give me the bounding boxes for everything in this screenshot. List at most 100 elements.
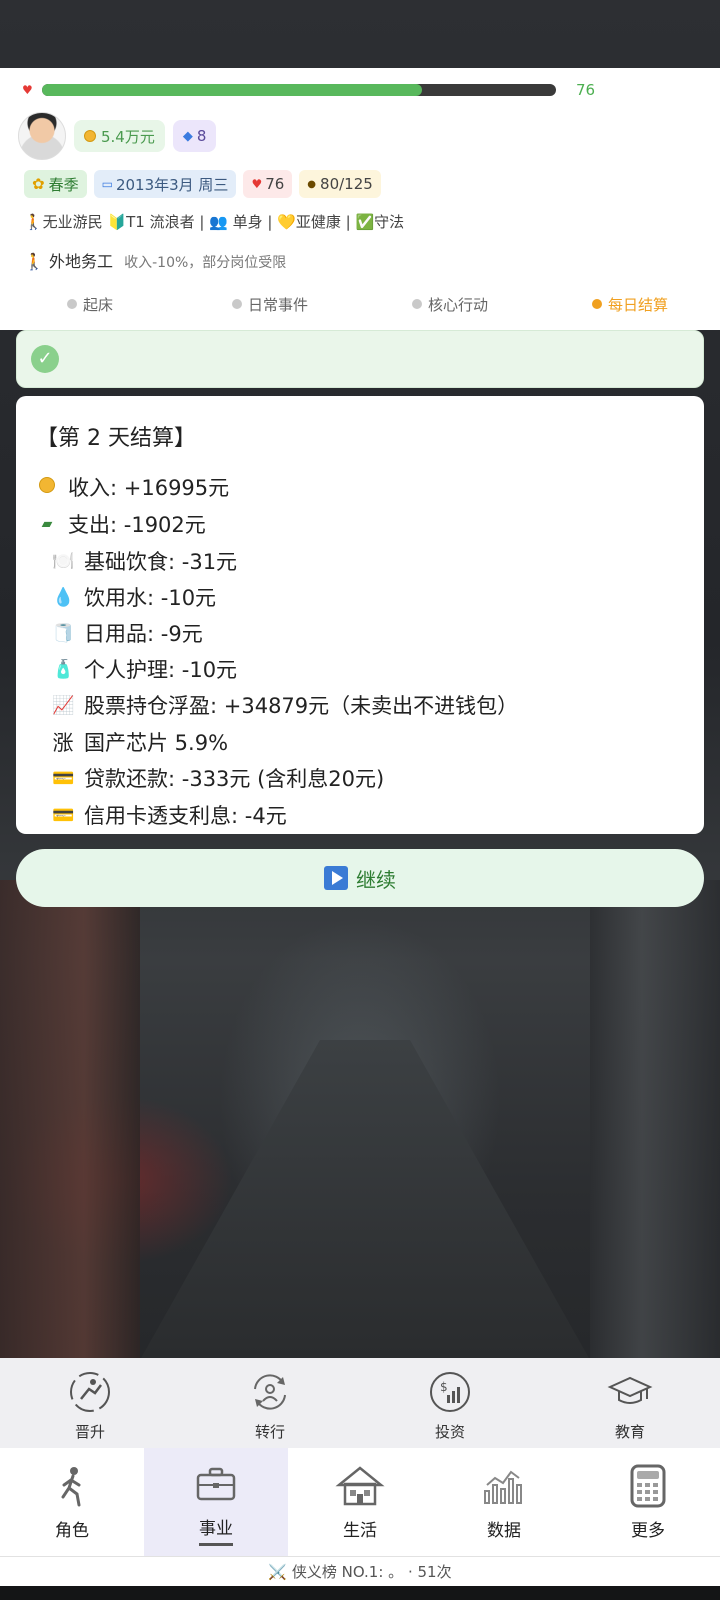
success-banner: ✓ [16,330,704,388]
money-wings-icon: ▰ [41,516,53,532]
expense-item-text: 日用品: -9元 [84,622,203,646]
profile-row: 5.4万元 ◆ 8 [18,112,217,160]
settlement-title: 【第 2 天结算】 [36,426,196,451]
step-daily-events: 日常事件 [180,292,360,316]
health-tag: ♥ 76 [243,170,293,198]
step-dot [411,299,422,309]
nav-data[interactable]: 数据 [432,1448,576,1556]
dining-icon: 🍽️ [52,550,75,572]
expense-item: 📈 股票持仓浮盈: +34879元（未卖出不进钱包） [52,690,518,720]
action-promotion[interactable]: 晋升 [0,1358,180,1448]
step-dot [231,299,242,309]
step-core-action: 核心行动 [360,292,540,316]
nav-label: 数据 [487,1520,521,1541]
expense-text: 支出: -1902元 [68,513,206,537]
chart-icon [478,1460,530,1512]
phase-steps: 起床 日常事件 核心行动 每日结算 [0,292,720,316]
hp-row: ♥ 76 [22,81,702,99]
gem-value: 8 [196,127,207,145]
svg-text:$: $ [440,1380,448,1394]
investment-icon: $ [425,1367,475,1417]
coin-icon [36,476,58,498]
action-education[interactable]: 教育 [540,1358,720,1448]
briefcase-icon [190,1458,242,1510]
date-label: 2013年3月 周三 [115,175,229,194]
expense-item-text: 股票持仓浮盈: +34879元（未卖出不进钱包） [84,694,519,718]
education-icon [605,1367,655,1417]
step-wake: 起床 [0,292,180,316]
effect-line: 🚶 外地务工 收入-10%，部分岗位受限 [24,248,286,272]
water-drop-icon: 💧 [52,586,75,608]
promotion-icon [65,1367,115,1417]
info-tags: ✿ 春季 ▭ 2013年3月 周三 ♥ 76 ● 80/125 [24,170,388,198]
expense-item-text: 饮用水: -10元 [84,586,217,610]
action-label: 投资 [434,1423,465,1441]
step-label: 每日结算 [607,295,668,314]
nav-label: 生活 [343,1520,377,1541]
bottom-nav: 角色 事业 生活 数据 更多 [0,1448,720,1556]
nav-career[interactable]: 事业 [144,1448,288,1556]
action-label: 教育 [614,1423,645,1441]
expense-item: 🍽️ 基础饮食: -31元 [52,546,237,576]
expense-item: 💧 饮用水: -10元 [52,582,216,612]
lotion-icon: 🧴 [52,658,75,680]
heart-icon: ♥ [251,177,263,191]
calculator-icon [622,1460,674,1512]
step-dot [66,299,77,309]
diamond-icon: ◆ [182,128,193,144]
money-value: 5.4万元 [101,127,155,146]
avatar[interactable] [18,112,66,160]
coin-icon [84,130,96,142]
expense-item: 🧻 日用品: -9元 [52,618,203,648]
gem-chip[interactable]: ◆ 8 [172,120,217,152]
money-chip[interactable]: 5.4万元 [74,120,165,152]
nav-label: 事业 [199,1514,233,1546]
nav-character[interactable]: 角色 [0,1448,144,1556]
expense-item-text: 国产芯片 5.9% [84,731,229,755]
health-value: 76 [265,175,285,193]
step-label: 日常事件 [247,295,308,314]
action-investment[interactable]: $ 投资 [360,1358,540,1448]
sunflower-icon: ✿ [32,175,45,193]
background-wall-right [590,880,720,1360]
expense-item: 涨 国产芯片 5.9% [52,727,229,757]
energy-tag: ● 80/125 [299,170,381,198]
effect-description: 收入-10%，部分岗位受限 [124,255,287,271]
step-dot [591,299,602,309]
continue-button[interactable]: 继续 [16,849,704,907]
character-icon [46,1460,98,1512]
background-wall-left [0,880,140,1360]
play-icon [324,866,348,890]
calendar-icon: ▭ [101,177,113,191]
income-text: 收入: +16995元 [68,476,230,500]
expense-item-text: 贷款还款: -333元 (含利息20元) [84,767,385,791]
expense-item: 💳 信用卡透支利息: -4元 [52,800,287,830]
career-change-icon [245,1367,295,1417]
nav-life[interactable]: 生活 [288,1448,432,1556]
heart-icon: ♥ [22,83,33,97]
expense-item-text: 信用卡透支利息: -4元 [84,804,287,828]
action-career-change[interactable]: 转行 [180,1358,360,1448]
step-daily-settlement: 每日结算 [540,292,720,316]
status-line: 🚶无业游民 🔰T1 流浪者 | 👥 单身 | 💛亚健康 | ✅守法 [24,213,405,231]
step-label: 起床 [82,295,113,314]
credit-card-icon: 💳 [52,804,75,826]
season-tag: ✿ 春季 [24,170,87,198]
expense-item-text: 个人护理: -10元 [84,658,238,682]
expense-item-text: 基础饮食: -31元 [84,550,238,574]
energy-icon: ● [307,178,317,190]
chart-up-icon: 📈 [52,694,75,716]
energy-value: 80/125 [320,175,373,193]
house-icon [334,1460,386,1512]
settlement-panel[interactable]: 【第 2 天结算】 收入: +16995元 ▰ 支出: -1902元 🍽️ 基础… [16,396,704,834]
effect-title: 🚶 外地务工 [24,252,114,271]
leaderboard-ticker[interactable]: ⚔️ 侠义榜 NO.1: 。 · 51次 [0,1556,720,1586]
check-icon: ✓ [31,345,59,373]
expense-item: 🧴 个人护理: -10元 [52,654,237,684]
action-label: 转行 [254,1423,285,1441]
nav-more[interactable]: 更多 [576,1448,720,1556]
hp-bar [42,84,556,96]
expense-line: ▰ 支出: -1902元 [36,509,206,539]
expense-item: 💳 贷款还款: -333元 (含利息20元) [52,763,384,793]
nav-label: 角色 [55,1520,89,1541]
